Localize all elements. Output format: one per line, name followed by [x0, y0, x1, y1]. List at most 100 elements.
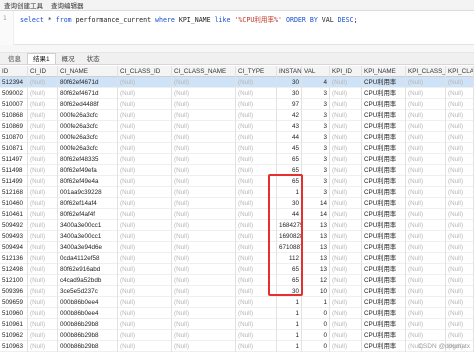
cell-val[interactable]: 0 — [302, 341, 330, 352]
cell-kpi-id[interactable]: (Null) — [330, 143, 362, 154]
cell-kpi-class-id[interactable]: (Null) — [406, 209, 446, 220]
cell-val[interactable]: 0 — [302, 330, 330, 341]
table-row[interactable]: 510007 (Null) 80f62ed4488f (Null) (Null) (Nul… — [0, 99, 474, 110]
cell-kpi-class-name[interactable]: (Null) — [446, 209, 474, 220]
cell-ci-class-name[interactable]: (Null) — [172, 99, 236, 110]
cell-ci-id[interactable]: (Null) — [28, 187, 58, 198]
cell-val[interactable]: 3 — [302, 187, 330, 198]
cell-ci-class-id[interactable]: (Null) — [118, 253, 172, 264]
cell-id[interactable]: 511498 — [0, 165, 28, 176]
cell-kpi-class-name[interactable]: (Null) — [446, 330, 474, 341]
table-row[interactable]: 510871 (Null) 000fe26a3cfc (Null) (Null) (Nul… — [0, 143, 474, 154]
column-header-ci-type[interactable]: CI_TYPE — [236, 66, 277, 77]
table-row[interactable]: 509396 (Null) 3ce5e5d237c (Null) (Null) (Null… — [0, 286, 474, 297]
tab-result-1[interactable]: 结果1 — [27, 53, 56, 64]
cell-ci-type[interactable]: (Null) — [236, 143, 277, 154]
cell-ci-class-name[interactable]: (Null) — [172, 308, 236, 319]
table-row[interactable]: 512498 (Null) 80f62e916abd (Null) (Null) (Nul… — [0, 264, 474, 275]
cell-id[interactable]: 510963 — [0, 341, 28, 352]
cell-ci-class-name[interactable]: (Null) — [172, 132, 236, 143]
result-grid[interactable]: ID CI_ID CI_NAME CI_CLASS_ID CI_CLASS_NAME CI… — [0, 66, 474, 352]
cell-ci-name[interactable]: 3ce5e5d237c — [58, 286, 118, 297]
cell-kpi-id[interactable]: (Null) — [330, 319, 362, 330]
cell-val[interactable]: 3 — [302, 143, 330, 154]
column-header-kpi-id[interactable]: KPI_ID — [330, 66, 362, 77]
cell-kpi-name[interactable]: CPU利用率 — [362, 198, 406, 209]
cell-ci-id[interactable]: (Null) — [28, 88, 58, 99]
cell-ci-id[interactable]: (Null) — [28, 330, 58, 341]
cell-ci-type[interactable]: (Null) — [236, 110, 277, 121]
cell-kpi-class-name[interactable]: (Null) — [446, 231, 474, 242]
cell-ci-id[interactable]: (Null) — [28, 231, 58, 242]
cell-ci-class-name[interactable]: (Null) — [172, 253, 236, 264]
cell-kpi-name[interactable]: CPU利用率 — [362, 132, 406, 143]
cell-kpi-id[interactable]: (Null) — [330, 286, 362, 297]
cell-instance[interactable]: 1 — [277, 319, 302, 330]
cell-id[interactable]: 510460 — [0, 198, 28, 209]
cell-kpi-class-name[interactable]: (Null) — [446, 88, 474, 99]
column-header-kpi-class-name[interactable]: KPI_CLASS_NAME — [446, 66, 474, 77]
cell-ci-class-id[interactable]: (Null) — [118, 88, 172, 99]
cell-kpi-id[interactable]: (Null) — [330, 99, 362, 110]
cell-kpi-class-name[interactable]: (Null) — [446, 110, 474, 121]
cell-kpi-id[interactable]: (Null) — [330, 88, 362, 99]
cell-ci-id[interactable]: (Null) — [28, 132, 58, 143]
cell-kpi-class-name[interactable]: (Null) — [446, 187, 474, 198]
cell-ci-name[interactable]: 000b86b0ee4 — [58, 297, 118, 308]
cell-ci-class-name[interactable]: (Null) — [172, 143, 236, 154]
cell-ci-id[interactable]: (Null) — [28, 242, 58, 253]
cell-ci-type[interactable]: (Null) — [236, 187, 277, 198]
cell-val[interactable]: 3 — [302, 110, 330, 121]
table-row[interactable]: 510461 (Null) 80f62ef4af4f (Null) (Null) (Nul… — [0, 209, 474, 220]
cell-ci-class-id[interactable]: (Null) — [118, 99, 172, 110]
column-header-kpi-name[interactable]: KPI_NAME — [362, 66, 406, 77]
cell-ci-type[interactable]: (Null) — [236, 132, 277, 143]
cell-val[interactable]: 1 — [302, 297, 330, 308]
cell-kpi-id[interactable]: (Null) — [330, 198, 362, 209]
cell-ci-class-name[interactable]: (Null) — [172, 77, 236, 88]
cell-id[interactable]: 510869 — [0, 121, 28, 132]
cell-kpi-class-name[interactable]: (Null) — [446, 176, 474, 187]
column-header-ci-class-name[interactable]: CI_CLASS_NAME — [172, 66, 236, 77]
cell-ci-name[interactable]: 3400a3e00cc1 — [58, 220, 118, 231]
table-row[interactable]: 510962 (Null) 000b86b29b8 (Null) (Null) (Null… — [0, 330, 474, 341]
cell-kpi-name[interactable]: CPU利用率 — [362, 88, 406, 99]
cell-ci-type[interactable]: (Null) — [236, 154, 277, 165]
cell-ci-class-name[interactable]: (Null) — [172, 187, 236, 198]
cell-ci-id[interactable]: (Null) — [28, 253, 58, 264]
cell-ci-class-id[interactable]: (Null) — [118, 264, 172, 275]
cell-instance[interactable]: 67108873 — [277, 242, 302, 253]
cell-kpi-id[interactable]: (Null) — [330, 308, 362, 319]
cell-kpi-name[interactable]: CPU利用率 — [362, 308, 406, 319]
cell-id[interactable]: 509492 — [0, 220, 28, 231]
cell-ci-type[interactable]: (Null) — [236, 275, 277, 286]
cell-id[interactable]: 512136 — [0, 253, 28, 264]
cell-instance[interactable]: 65 — [277, 264, 302, 275]
cell-kpi-class-name[interactable]: (Null) — [446, 165, 474, 176]
cell-kpi-class-id[interactable]: (Null) — [406, 330, 446, 341]
cell-instance[interactable]: 112 — [277, 253, 302, 264]
cell-ci-id[interactable]: (Null) — [28, 165, 58, 176]
column-header-ci-class-id[interactable]: CI_CLASS_ID — [118, 66, 172, 77]
cell-instance[interactable]: 30 — [277, 198, 302, 209]
cell-ci-id[interactable]: (Null) — [28, 143, 58, 154]
cell-ci-class-name[interactable]: (Null) — [172, 121, 236, 132]
cell-ci-class-id[interactable]: (Null) — [118, 143, 172, 154]
cell-ci-type[interactable]: (Null) — [236, 286, 277, 297]
cell-ci-name[interactable]: c4cad9a52bdb — [58, 275, 118, 286]
cell-id[interactable]: 510962 — [0, 330, 28, 341]
cell-ci-class-id[interactable]: (Null) — [118, 275, 172, 286]
cell-ci-type[interactable]: (Null) — [236, 341, 277, 352]
cell-kpi-class-id[interactable]: (Null) — [406, 242, 446, 253]
cell-kpi-class-name[interactable]: (Null) — [446, 77, 474, 88]
cell-kpi-name[interactable]: CPU利用率 — [362, 99, 406, 110]
cell-ci-type[interactable]: (Null) — [236, 319, 277, 330]
cell-ci-id[interactable]: (Null) — [28, 99, 58, 110]
cell-id[interactable]: 511499 — [0, 176, 28, 187]
cell-id[interactable]: 509659 — [0, 297, 28, 308]
cell-kpi-class-id[interactable]: (Null) — [406, 253, 446, 264]
cell-kpi-id[interactable]: (Null) — [330, 330, 362, 341]
cell-val[interactable]: 13 — [302, 231, 330, 242]
column-header-val[interactable]: VAL — [302, 66, 330, 77]
cell-ci-id[interactable]: (Null) — [28, 77, 58, 88]
